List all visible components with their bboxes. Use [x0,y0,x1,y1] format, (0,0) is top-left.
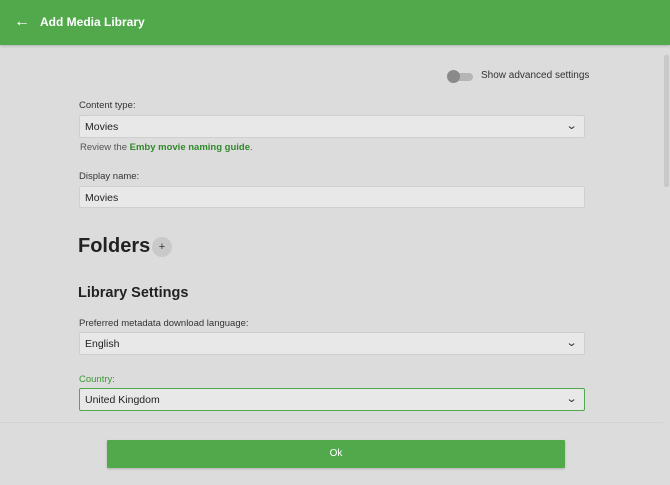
help-text: Review the [80,142,130,153]
content-type-value: Movies [85,121,119,133]
add-folder-button[interactable]: + [152,237,172,257]
chevron-down-icon: ⌄ [565,120,578,132]
scrollbar-thumb[interactable] [664,55,669,187]
country-value: United Kingdom [85,394,160,406]
naming-guide-link[interactable]: Emby movie naming guide [130,142,250,153]
content-type-select[interactable]: Movies ⌄ [79,115,585,138]
metadata-language-select[interactable]: English ⌄ [79,332,585,355]
chevron-down-icon: ⌄ [565,337,578,349]
page-title: Add Media Library [40,15,145,29]
display-name-label: Display name: [79,171,140,182]
chevron-down-icon: ⌄ [565,393,578,405]
metadata-language-label: Preferred metadata download language: [79,318,249,329]
advanced-settings-label: Show advanced settings [481,70,590,81]
country-select[interactable]: United Kingdom ⌄ [79,388,585,411]
ok-button[interactable]: Ok [107,440,565,468]
country-label: Country: [79,374,115,385]
metadata-language-value: English [85,338,120,350]
app-header: ← Add Media Library [0,0,670,45]
scrollbar[interactable] [663,50,670,422]
display-name-input[interactable]: Movies [79,186,585,208]
help-suffix: . [250,142,253,153]
advanced-settings-toggle[interactable] [447,70,475,83]
folders-heading: Folders [78,235,151,257]
display-name-value: Movies [85,192,119,204]
toggle-knob [447,70,460,83]
back-arrow-icon[interactable]: ← [13,13,31,31]
content-type-label: Content type: [79,100,136,111]
library-settings-heading: Library Settings [78,285,189,301]
naming-guide-help: Review the Emby movie naming guide. [80,142,253,153]
